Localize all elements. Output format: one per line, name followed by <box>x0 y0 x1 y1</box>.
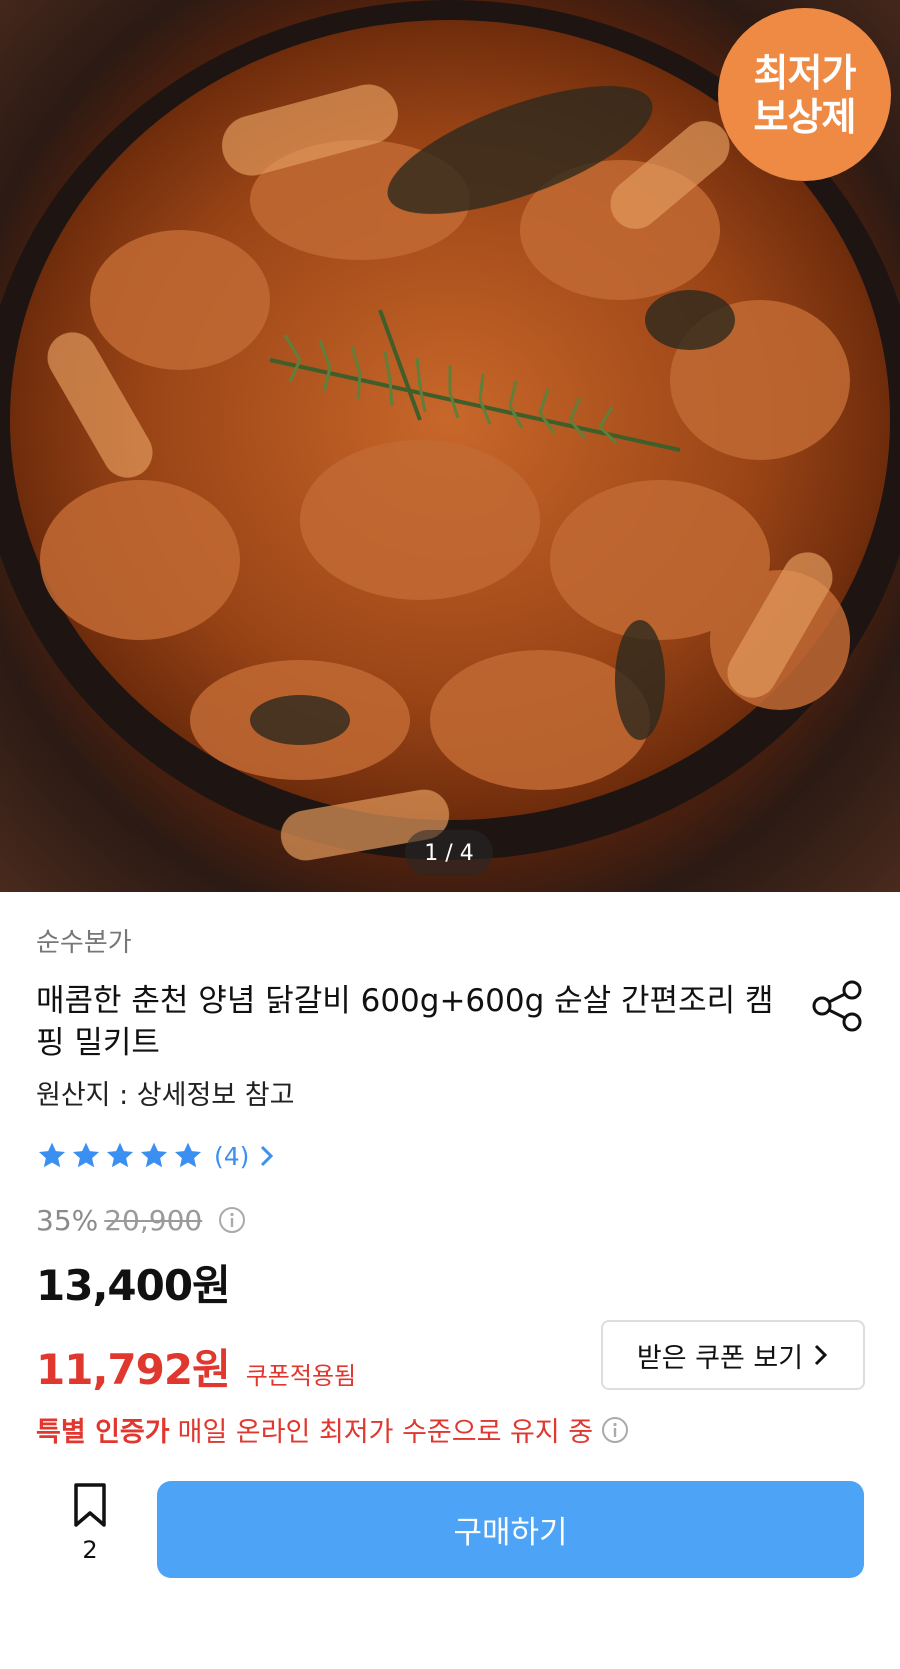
info-icon[interactable] <box>601 1416 629 1444</box>
discount-rate: 35% <box>36 1203 99 1237</box>
original-price: 20,900 <box>104 1203 203 1237</box>
star-icon <box>38 1142 66 1168</box>
star-icon <box>106 1142 134 1168</box>
coupon-applied-label: 쿠폰적용됨 <box>245 1362 357 1390</box>
star-icon <box>174 1142 202 1168</box>
origin-info: 원산지 : 상세정보 참고 <box>36 1080 295 1111</box>
coupon-price: 11,792원 <box>36 1345 231 1394</box>
rating-row[interactable]: (4) <box>36 1136 275 1176</box>
rating-stars <box>36 1140 204 1172</box>
info-icon[interactable] <box>218 1206 246 1234</box>
star-icon <box>72 1142 100 1168</box>
view-coupons-button[interactable]: 받은 쿠폰 보기 <box>601 1320 865 1390</box>
bookmark-count: 2 <box>82 1536 98 1564</box>
product-title: 매콤한 춘천 양념 닭갈비 600g+600g 순살 간편조리 캠핑 밀키트 <box>36 983 774 1061</box>
product-image-carousel[interactable]: 최저가 보상제 1 / 4 <box>0 0 900 892</box>
share-icon <box>812 980 862 1032</box>
brand-name[interactable]: 순수본가 <box>36 922 132 959</box>
lowest-price-guarantee-badge: 최저가 보상제 <box>718 8 891 181</box>
chevron-right-icon <box>815 1344 828 1366</box>
chevron-right-icon <box>261 1145 274 1167</box>
bookmark-icon <box>74 1483 106 1527</box>
image-counter: 1 / 4 <box>405 830 493 876</box>
special-price-notice: 특별 인증가 매일 온라인 최저가 수준으로 유지 중 <box>36 1410 629 1449</box>
share-button[interactable] <box>810 978 866 1034</box>
bookmark-button[interactable]: 2 <box>60 1482 120 1572</box>
discount-row: 35% 20,900 <box>36 1200 246 1240</box>
special-price-label: 특별 인증가 <box>36 1417 170 1448</box>
view-coupons-label: 받은 쿠폰 보기 <box>636 1342 804 1374</box>
badge-line-2: 보상제 <box>753 94 857 139</box>
star-icon <box>140 1142 168 1168</box>
review-count[interactable]: (4) <box>214 1142 249 1171</box>
buy-button[interactable]: 구매하기 <box>157 1481 864 1578</box>
badge-line-1: 최저가 <box>753 50 857 95</box>
coupon-price-row: 11,792원 쿠폰적용됨 <box>36 1336 356 1397</box>
sale-price: 13,400원 <box>36 1261 231 1310</box>
special-price-text: 매일 온라인 최저가 수준으로 유지 중 <box>177 1417 594 1448</box>
